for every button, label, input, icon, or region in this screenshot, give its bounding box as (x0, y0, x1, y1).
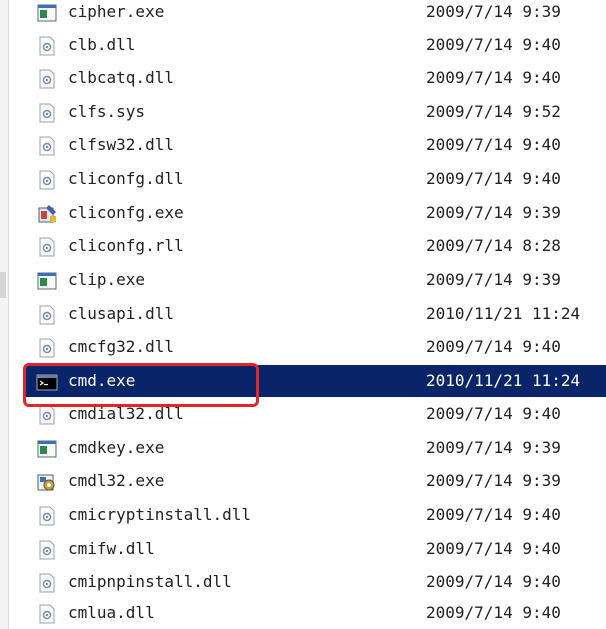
file-name: cmipnpinstall.dll (68, 572, 232, 591)
file-name: cliconfg.dll (68, 169, 184, 188)
file-row[interactable]: clb.dll 2009/7/14 9:40 (24, 29, 606, 61)
file-name: cmlua.dll (68, 603, 155, 622)
file-row[interactable]: cliconfg.exe 2009/7/14 9:39 (24, 197, 606, 229)
file-row[interactable]: cmlua.dll 2009/7/14 9:40 (24, 597, 606, 629)
file-date: 2009/7/14 9:40 (426, 505, 561, 524)
file-name: cmcfg32.dll (68, 337, 174, 356)
file-row[interactable]: clfs.sys 2009/7/14 9:52 (24, 96, 606, 128)
dll-icon (39, 136, 55, 156)
dll-icon (39, 573, 55, 593)
dll-icon (39, 69, 55, 89)
file-name: cmdkey.exe (68, 438, 165, 457)
file-date: 2009/7/14 9:39 (426, 270, 561, 289)
file-date: 2009/7/14 9:40 (426, 337, 561, 356)
file-name: cmdl32.exe (68, 471, 165, 490)
file-name: cmdial32.dll (68, 404, 184, 423)
dll-icon (39, 506, 55, 526)
file-name: clip.exe (68, 270, 146, 289)
dll-icon (39, 604, 55, 624)
file-date: 2009/7/14 9:40 (426, 404, 561, 423)
dll-icon (39, 103, 55, 123)
file-row-selected[interactable]: cmd.exe 2010/11/21 11:24 (24, 365, 606, 397)
file-name: cliconfg.rll (68, 236, 184, 255)
config-app-icon (38, 205, 56, 223)
file-name: clusapi.dll (68, 304, 174, 323)
file-date: 2009/7/14 9:39 (426, 2, 561, 21)
dll-icon (39, 170, 55, 190)
file-date: 2009/7/14 9:40 (426, 135, 561, 154)
file-date: 2009/7/14 9:40 (426, 68, 561, 87)
file-name: clb.dll (68, 35, 136, 54)
file-name: cmicryptinstall.dll (68, 505, 252, 524)
file-row[interactable]: clip.exe 2009/7/14 9:39 (24, 264, 606, 296)
file-row[interactable]: cmcfg32.dll 2009/7/14 9:40 (24, 331, 606, 363)
exe-window-icon (37, 272, 57, 290)
scroll-indicator (0, 272, 6, 298)
file-name: clfsw32.dll (68, 135, 174, 154)
dll-icon (39, 338, 55, 358)
file-name: cmifw.dll (68, 539, 155, 558)
file-date: 2009/7/14 9:39 (426, 203, 561, 222)
file-row[interactable]: cliconfg.rll 2009/7/14 8:28 (24, 230, 606, 262)
file-row[interactable]: cmifw.dll 2009/7/14 9:40 (24, 533, 606, 565)
file-row[interactable]: cmdl32.exe 2009/7/14 9:39 (24, 465, 606, 497)
file-name: cliconfg.exe (68, 203, 184, 222)
file-date: 2010/11/21 11:24 (426, 304, 581, 323)
exe-window-icon (37, 4, 57, 22)
file-date: 2009/7/14 9:52 (426, 102, 561, 121)
file-date: 2009/7/14 9:39 (426, 471, 561, 490)
file-date: 2010/11/21 11:24 (426, 371, 581, 390)
file-date: 2009/7/14 9:40 (426, 572, 561, 591)
exe-window-icon (37, 440, 57, 458)
file-row[interactable]: clfsw32.dll 2009/7/14 9:40 (24, 129, 606, 161)
cmd-console-icon (36, 374, 58, 391)
dll-icon (39, 305, 55, 325)
file-row[interactable]: cliconfg.dll 2009/7/14 9:40 (24, 163, 606, 195)
navigation-pane-edge (0, 0, 9, 629)
dll-icon (39, 36, 55, 56)
file-name: clfs.sys (68, 102, 146, 121)
file-row[interactable]: cmdial32.dll 2009/7/14 9:40 (24, 398, 606, 430)
file-date: 2009/7/14 9:40 (426, 603, 561, 622)
file-row[interactable]: cmipnpinstall.dll 2009/7/14 9:40 (24, 566, 606, 598)
dll-icon (39, 405, 55, 425)
file-name: cmd.exe (68, 371, 136, 390)
file-date: 2009/7/14 9:40 (426, 35, 561, 54)
file-date: 2009/7/14 9:39 (426, 438, 561, 457)
dll-icon (39, 540, 55, 560)
file-row[interactable]: cmdkey.exe 2009/7/14 9:39 (24, 432, 606, 464)
file-date: 2009/7/14 9:40 (426, 539, 561, 558)
dll-icon (39, 237, 55, 257)
file-row[interactable]: cipher.exe 2009/7/14 9:39 (24, 0, 606, 28)
file-name: cipher.exe (68, 2, 165, 21)
gear-app-icon (37, 474, 55, 491)
file-row[interactable]: cmicryptinstall.dll 2009/7/14 9:40 (24, 499, 606, 531)
file-name: clbcatq.dll (68, 68, 174, 87)
file-date: 2009/7/14 8:28 (426, 236, 561, 255)
file-row[interactable]: clusapi.dll 2010/11/21 11:24 (24, 298, 606, 330)
file-row[interactable]: clbcatq.dll 2009/7/14 9:40 (24, 62, 606, 94)
file-date: 2009/7/14 9:40 (426, 169, 561, 188)
